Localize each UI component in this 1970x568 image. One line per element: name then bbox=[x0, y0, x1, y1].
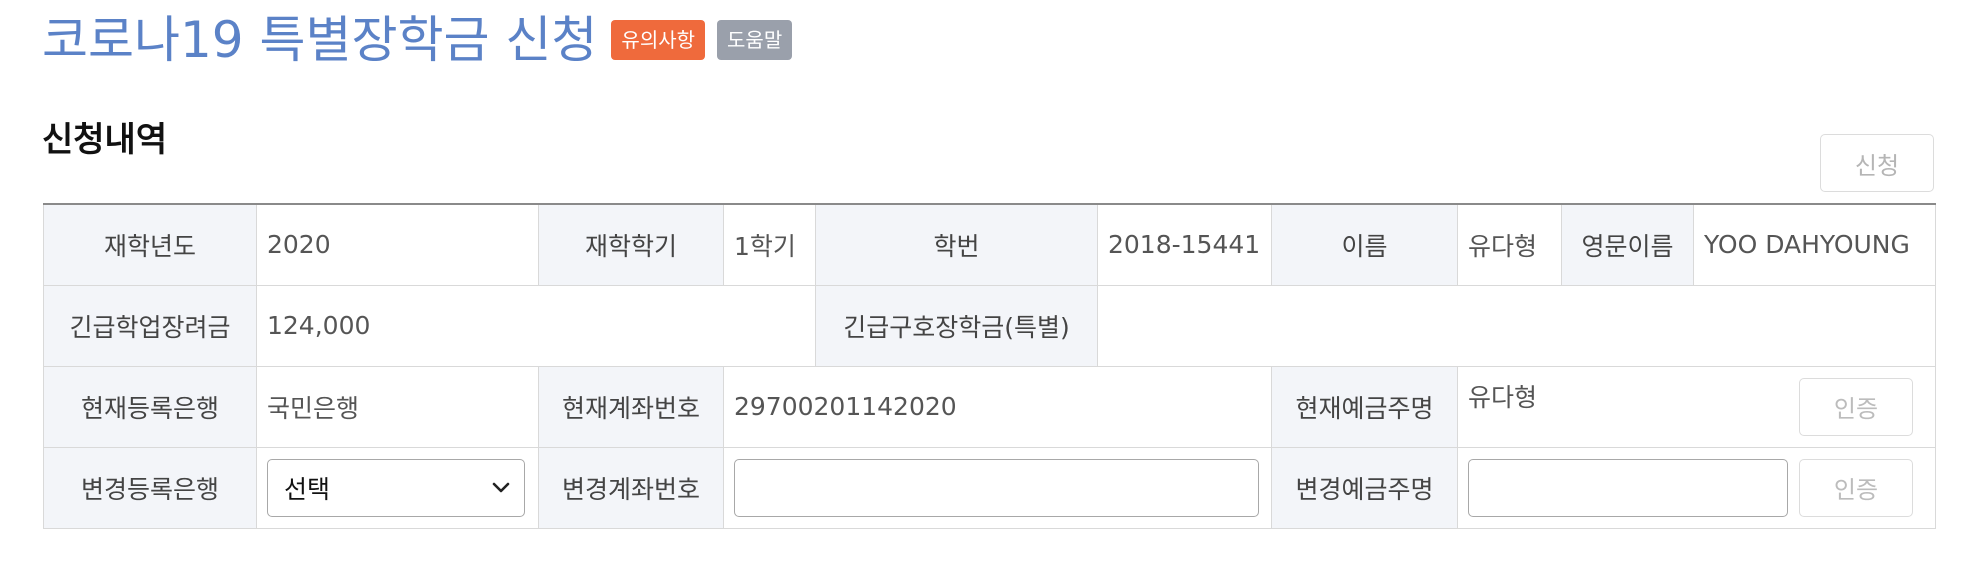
current-holder-label: 현재예금주명 bbox=[1271, 365, 1458, 448]
current-holder-value: 유다형 bbox=[1468, 382, 1538, 412]
current-holder-cell: 유다형 인증 bbox=[1457, 365, 1936, 448]
current-verify-button[interactable]: 인증 bbox=[1799, 377, 1913, 436]
new-account-label: 변경계좌번호 bbox=[538, 446, 724, 529]
current-bank-label: 현재등록은행 bbox=[43, 365, 257, 448]
english-name-label: 영문이름 bbox=[1561, 203, 1694, 286]
english-name-value: YOO DAHYOUNG bbox=[1693, 203, 1936, 286]
notice-badge-button[interactable]: 유의사항 bbox=[611, 20, 706, 60]
semester-label: 재학학기 bbox=[538, 203, 724, 286]
new-holder-label: 변경예금주명 bbox=[1271, 446, 1458, 529]
semester-value: 1학기 bbox=[723, 203, 816, 286]
bank-select[interactable]: 선택 bbox=[267, 458, 525, 517]
table-row-current-account: 현재등록은행 국민은행 현재계좌번호 29700201142020 현재예금주명… bbox=[43, 365, 1936, 448]
page-header: 코로나19 특별장학금 신청 유의사항 도움말 bbox=[42, 8, 793, 72]
name-label: 이름 bbox=[1271, 203, 1458, 286]
bank-select-value: 선택 bbox=[284, 474, 331, 504]
apply-button[interactable]: 신청 bbox=[1820, 134, 1934, 192]
new-verify-button[interactable]: 인증 bbox=[1799, 458, 1913, 517]
new-holder-cell: 인증 bbox=[1457, 446, 1936, 529]
section-title: 신청내역 bbox=[42, 120, 168, 160]
table-row-change-account: 변경등록은행 선택 변경계좌번호 변경예금주명 인증 bbox=[43, 446, 1936, 529]
application-table: 재학년도 2020 재학학기 1학기 학번 2018-15441 이름 유다형 … bbox=[43, 203, 1936, 529]
help-badge-button[interactable]: 도움말 bbox=[717, 20, 793, 60]
emergency-relief-value bbox=[1097, 284, 1936, 367]
new-bank-label: 변경등록은행 bbox=[43, 446, 257, 529]
new-bank-cell: 선택 bbox=[256, 446, 539, 529]
current-bank-value: 국민은행 bbox=[256, 365, 539, 448]
emergency-relief-label: 긴급구호장학금(특별) bbox=[815, 284, 1098, 367]
new-account-cell bbox=[723, 446, 1272, 529]
chevron-down-icon bbox=[492, 482, 510, 492]
new-account-input[interactable] bbox=[734, 458, 1259, 517]
student-id-label: 학번 bbox=[815, 203, 1098, 286]
table-row-scholarship: 긴급학업장려금 124,000 긴급구호장학금(특별) bbox=[43, 284, 1936, 367]
current-account-value: 29700201142020 bbox=[723, 365, 1272, 448]
name-value: 유다형 bbox=[1457, 203, 1562, 286]
page-title: 코로나19 특별장학금 신청 bbox=[42, 11, 598, 69]
table-row-student-info: 재학년도 2020 재학학기 1학기 학번 2018-15441 이름 유다형 … bbox=[43, 203, 1936, 286]
emergency-study-value: 124,000 bbox=[256, 284, 816, 367]
year-label: 재학년도 bbox=[43, 203, 257, 286]
emergency-study-label: 긴급학업장려금 bbox=[43, 284, 257, 367]
current-account-label: 현재계좌번호 bbox=[538, 365, 724, 448]
student-id-value: 2018-15441 bbox=[1097, 203, 1272, 286]
new-holder-input[interactable] bbox=[1468, 458, 1788, 517]
year-value: 2020 bbox=[256, 203, 539, 286]
